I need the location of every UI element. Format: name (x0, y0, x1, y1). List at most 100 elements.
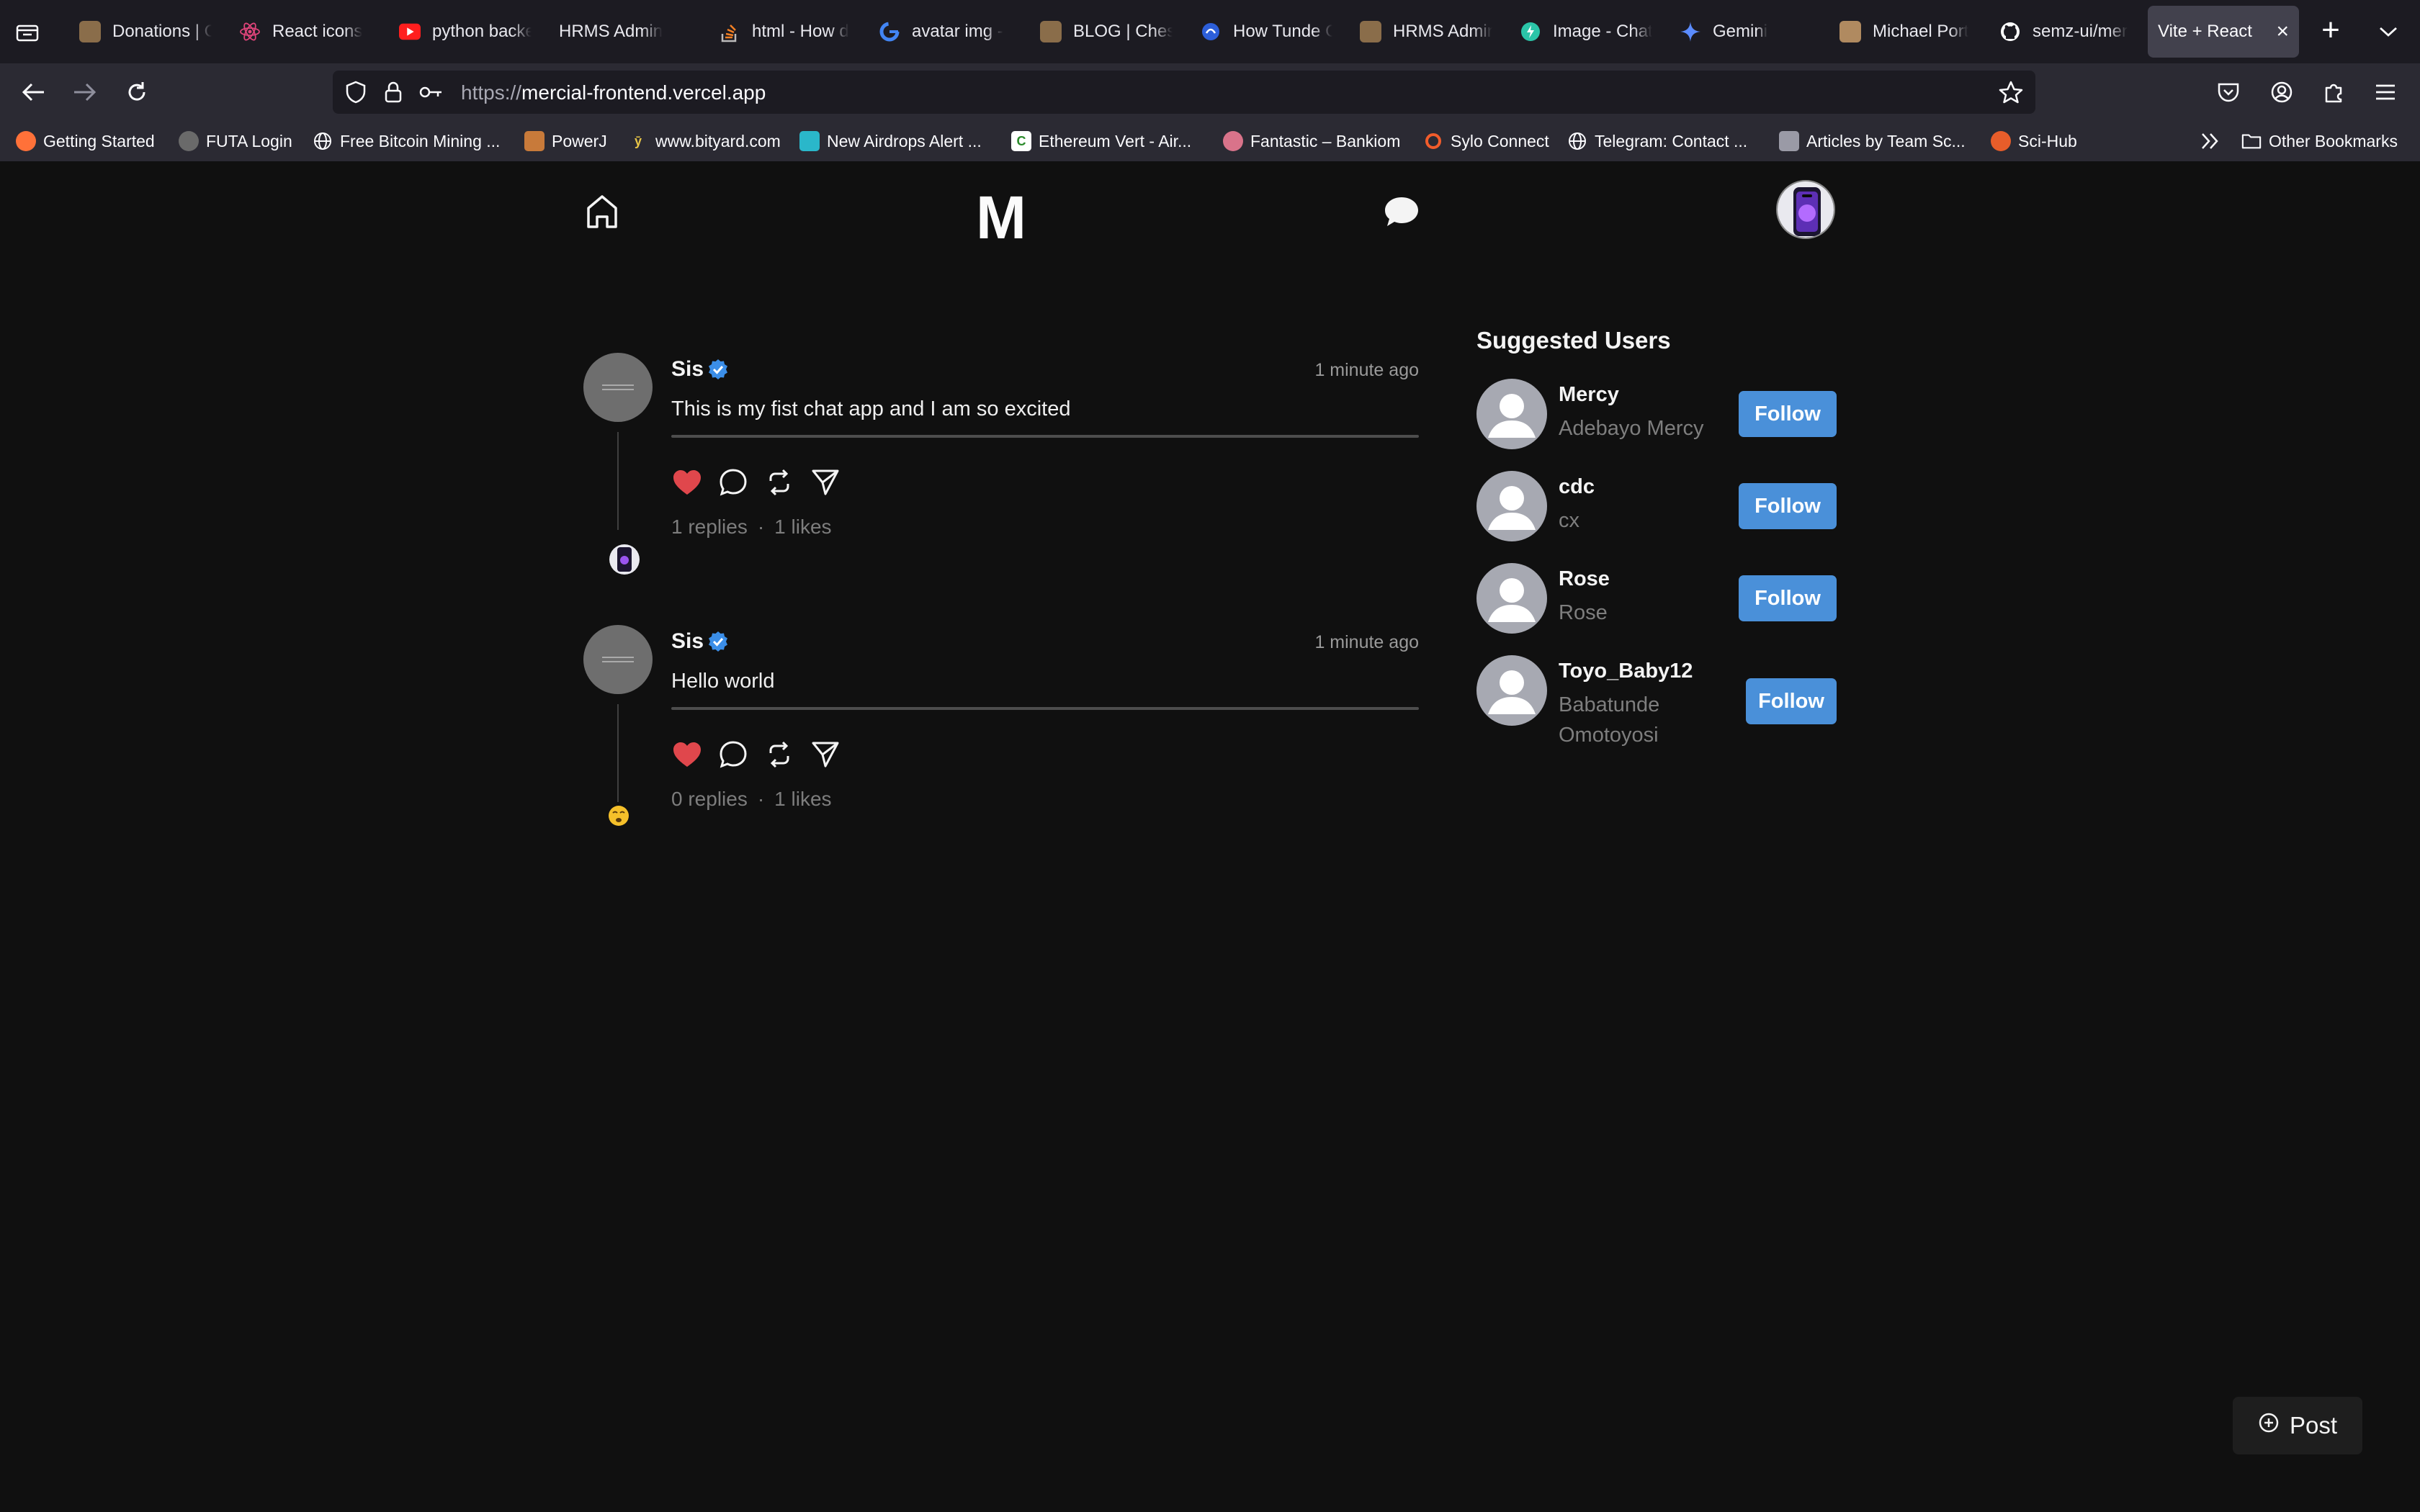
default-avatar-icon[interactable] (1476, 563, 1547, 634)
suggested-user-row[interactable]: cdc cx Follow (1476, 471, 1837, 543)
follow-button[interactable]: Follow (1739, 483, 1837, 529)
tab-gemini[interactable]: Gemini (1670, 6, 1822, 58)
chat-bubble-icon[interactable] (1380, 192, 1423, 232)
lock-icon[interactable] (380, 79, 406, 105)
user-avatar[interactable] (1776, 180, 1835, 239)
tab-react-icons[interactable]: React icons (229, 6, 376, 58)
bookmark-articles-team[interactable]: Articles by Team Sc... (1779, 128, 1966, 154)
other-bookmarks-folder[interactable]: Other Bookmarks (2241, 128, 2398, 154)
bookmark-powerj[interactable]: PowerJ (524, 128, 607, 154)
tab-vite-react-active[interactable]: Vite + React × (2148, 6, 2299, 58)
post-username[interactable]: Sis (671, 629, 704, 654)
follow-button[interactable]: Follow (1739, 575, 1837, 621)
bookmark-futa-login[interactable]: FUTA Login (179, 128, 292, 154)
suggested-user-name[interactable]: Rose (1559, 567, 1610, 591)
bookmark-free-bitcoin[interactable]: Free Bitcoin Mining ... (313, 128, 500, 154)
navigation-toolbar: https://mercial-frontend.vercel.app (0, 63, 2420, 121)
thread-line (617, 704, 619, 802)
bookmark-sylo-connect[interactable]: Sylo Connect (1423, 128, 1549, 154)
default-avatar-icon[interactable] (1476, 379, 1547, 449)
account-icon[interactable] (2262, 72, 2302, 112)
suggested-user-name[interactable]: cdc (1559, 475, 1595, 499)
like-heart-icon[interactable] (671, 739, 703, 770)
tab-python-backend[interactable]: python backe (389, 6, 542, 58)
post-username[interactable]: Sis (671, 357, 704, 382)
sylo-icon (1423, 131, 1443, 151)
post-card[interactable]: Sis 1 minute ago This is my fist chat ap… (583, 353, 1419, 576)
bookmark-sci-hub[interactable]: Sci-Hub (1991, 128, 2077, 154)
post-text: Hello world (671, 670, 775, 693)
tab-michael-port[interactable]: Michael Port (1829, 6, 1982, 58)
menu-hamburger-icon[interactable] (2365, 72, 2406, 112)
post-actions (671, 739, 841, 772)
profile-photo-favicon-icon (1360, 21, 1381, 42)
tab-blog-ches[interactable]: BLOG | Ches (1030, 6, 1183, 58)
likes-count[interactable]: 1 likes (774, 788, 831, 810)
extensions-puzzle-icon[interactable] (2313, 72, 2354, 112)
bookmark-bityard[interactable]: ȳ www.bityard.com (628, 128, 781, 154)
suggested-user-row[interactable]: Mercy Adebayo Mercy Follow (1476, 379, 1837, 451)
bityard-icon: ȳ (634, 133, 642, 148)
bookmark-bankiom[interactable]: Fantastic – Bankiom (1223, 128, 1400, 154)
shield-icon[interactable] (343, 79, 369, 105)
bookmarks-overflow-chevron-icon[interactable] (2200, 128, 2221, 154)
likes-count[interactable]: 1 likes (774, 516, 831, 538)
bookmark-star-icon[interactable] (1998, 79, 2024, 105)
share-send-icon[interactable] (810, 739, 841, 770)
suggested-user-fullname: Adebayo Mercy (1559, 417, 1704, 440)
home-icon[interactable] (582, 192, 622, 232)
comment-icon[interactable] (717, 467, 749, 498)
follow-button[interactable]: Follow (1746, 678, 1837, 724)
default-avatar-icon[interactable] (1476, 471, 1547, 541)
tab-semz-ui[interactable]: semz-ui/mer (1989, 6, 2142, 58)
tab-list-icon[interactable] (10, 14, 45, 49)
tab-image-chat[interactable]: Image - Chat (1510, 6, 1662, 58)
tab-hrms-admin[interactable]: HRMS Admin (549, 6, 696, 58)
tab-donations[interactable]: Donations | C (69, 6, 222, 58)
bookmark-ethereum-vert[interactable]: C Ethereum Vert - Air... (1011, 128, 1191, 154)
suggested-user-name[interactable]: Toyo_Baby12 (1559, 660, 1693, 683)
suggested-user-fullname: cx (1559, 509, 1579, 532)
gemini-favicon-icon (1680, 21, 1701, 42)
pocket-icon[interactable] (2208, 72, 2249, 112)
key-icon[interactable] (418, 79, 444, 105)
tab-hrms-admin-2[interactable]: HRMS Admin (1350, 6, 1502, 58)
create-post-button[interactable]: Post (2233, 1397, 2362, 1454)
reload-icon[interactable] (117, 72, 157, 112)
post-author-avatar[interactable] (583, 353, 653, 422)
suggested-user-name[interactable]: Mercy (1559, 383, 1619, 407)
suggested-user-row[interactable]: Rose Rose Follow (1476, 563, 1837, 635)
post-card[interactable]: Sis 1 minute ago Hello world 0 replies · 1… (583, 625, 1419, 834)
url-text[interactable]: https://mercial-frontend.vercel.app (461, 81, 766, 104)
bankiom-icon (1223, 131, 1243, 151)
powerj-icon (524, 131, 544, 151)
bookmark-getting-started[interactable]: Getting Started (16, 128, 155, 154)
chat-favicon-icon (1520, 21, 1541, 42)
post-button-label: Post (2289, 1412, 2338, 1439)
post-author-avatar[interactable] (583, 625, 653, 694)
replies-count[interactable]: 0 replies (671, 788, 748, 810)
repost-icon[interactable] (763, 739, 795, 770)
tab-avatar-img[interactable]: avatar img - (869, 6, 1021, 58)
reply-emoji-avatar (608, 805, 629, 827)
address-bar[interactable]: https://mercial-frontend.vercel.app (333, 71, 2035, 114)
suggested-user-row[interactable]: Toyo_Baby12 Babatunde Omotoyosi Follow (1476, 655, 1837, 749)
tab-html-how[interactable]: html - How d (709, 6, 861, 58)
app-logo[interactable]: M (971, 181, 1031, 253)
bookmark-telegram[interactable]: Telegram: Contact ... (1567, 128, 1747, 154)
back-arrow-icon[interactable] (13, 72, 53, 112)
bookmark-new-airdrops[interactable]: New Airdrops Alert ... (799, 128, 982, 154)
post-text: This is my fist chat app and I am so exc… (671, 397, 1071, 420)
new-tab-plus-icon[interactable]: + (2313, 14, 2348, 49)
default-avatar-icon[interactable] (1476, 655, 1547, 726)
comment-icon[interactable] (717, 739, 749, 770)
follow-button[interactable]: Follow (1739, 391, 1837, 437)
forward-arrow-icon[interactable] (65, 72, 105, 112)
close-tab-icon[interactable]: × (2276, 19, 2289, 44)
tab-how-tunde[interactable]: How Tunde C (1190, 6, 1343, 58)
replies-count[interactable]: 1 replies (671, 516, 748, 538)
chevron-down-icon[interactable] (2371, 14, 2406, 49)
share-send-icon[interactable] (810, 467, 841, 498)
repost-icon[interactable] (763, 467, 795, 498)
like-heart-icon[interactable] (671, 467, 703, 498)
